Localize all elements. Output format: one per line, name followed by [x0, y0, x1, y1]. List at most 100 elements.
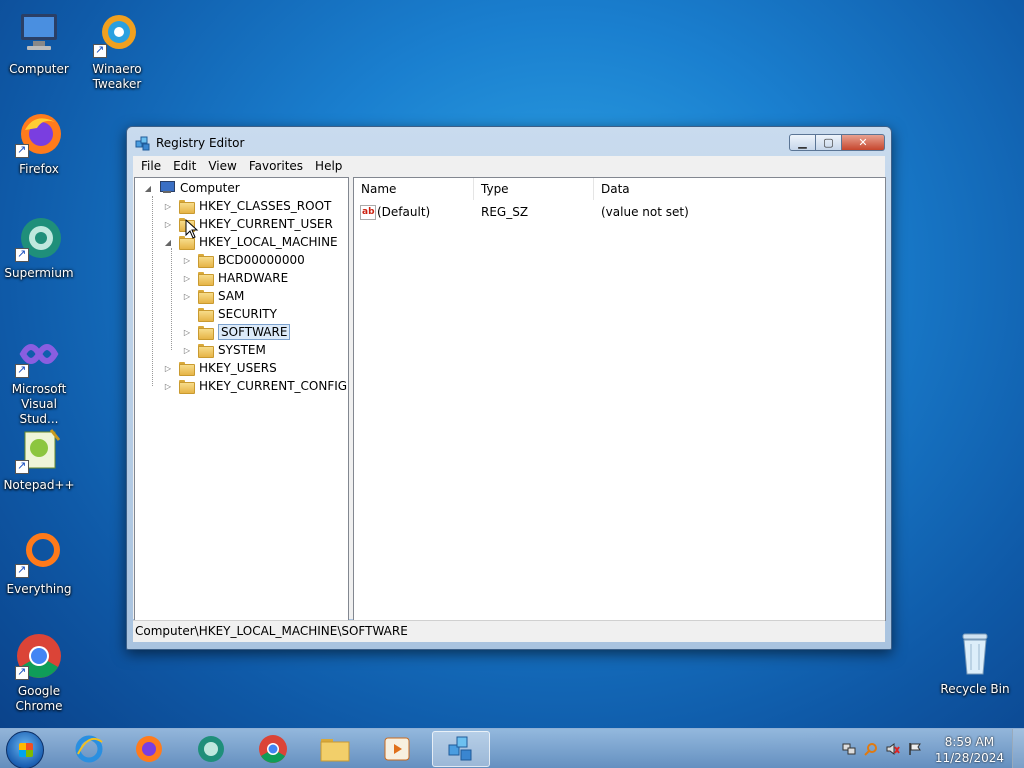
- desktop-icon-recycle-bin[interactable]: Recycle Bin: [936, 630, 1014, 697]
- values-list[interactable]: Name Type Data ab (Default) REG_SZ (valu…: [353, 177, 886, 621]
- minimize-button[interactable]: ▁: [789, 134, 816, 151]
- menu-edit[interactable]: Edit: [173, 159, 196, 173]
- desktop-icon-label: Everything: [6, 582, 72, 596]
- folder-icon: [179, 200, 195, 214]
- expand-arrow-icon[interactable]: ▷: [182, 327, 192, 337]
- tree-item-label: Computer: [180, 181, 240, 195]
- tree-item-hkey-current-config[interactable]: ▷ HKEY_CURRENT_CONFIG: [163, 377, 347, 395]
- folder-icon: [198, 290, 214, 304]
- desktop-icon-google-chrome[interactable]: Google Chrome: [0, 632, 78, 714]
- tree-item-label: BCD00000000: [218, 253, 305, 267]
- tree-item-software[interactable]: ▷ SOFTWARE: [182, 323, 291, 341]
- tree-item-label: SECURITY: [218, 307, 277, 321]
- action-center-flag-icon[interactable]: [908, 742, 922, 756]
- taskbar-registry-editor[interactable]: [432, 731, 490, 767]
- tree-item-label: HKEY_CLASSES_ROOT: [199, 199, 332, 213]
- column-header-type[interactable]: Type: [474, 178, 594, 200]
- collapse-arrow-icon[interactable]: ◢: [163, 237, 173, 247]
- visual-studio-icon: [15, 330, 63, 378]
- folder-icon: [198, 326, 214, 340]
- taskbar-file-explorer[interactable]: [306, 731, 364, 767]
- close-button[interactable]: ✕: [842, 134, 885, 151]
- taskbar-supermium[interactable]: [182, 731, 240, 767]
- menu-help[interactable]: Help: [315, 159, 342, 173]
- status-bar: Computer\HKEY_LOCAL_MACHINE\SOFTWARE: [133, 620, 885, 642]
- tree-item-system[interactable]: ▷ SYSTEM: [182, 341, 266, 359]
- tree-item-computer[interactable]: ◢ Computer: [143, 179, 240, 197]
- tree-item-bcd00000000[interactable]: ▷ BCD00000000: [182, 251, 305, 269]
- tree-item-label: HKEY_CURRENT_CONFIG: [199, 379, 348, 393]
- supermium-icon: [198, 736, 224, 762]
- value-type: REG_SZ: [481, 205, 529, 219]
- tree-item-label: SYSTEM: [218, 343, 266, 357]
- menu-favorites[interactable]: Favorites: [249, 159, 303, 173]
- column-header-data[interactable]: Data: [594, 178, 885, 200]
- system-tray: 8:59 AM 11/28/2024: [834, 729, 1024, 768]
- desktop-icon-label: Computer: [9, 62, 69, 76]
- notepadpp-icon: [15, 426, 63, 474]
- desktop-icon-computer[interactable]: Computer: [0, 10, 78, 77]
- tree-item-hkey-users[interactable]: ▷ HKEY_USERS: [163, 359, 277, 377]
- expand-arrow-icon[interactable]: ▷: [163, 363, 173, 373]
- mouse-cursor-icon: [185, 219, 199, 239]
- list-item[interactable]: ab (Default) REG_SZ (value not set): [354, 202, 885, 222]
- menu-bar: File Edit View Favorites Help: [133, 156, 885, 176]
- shortcut-arrow-icon: [15, 562, 29, 578]
- start-button[interactable]: [6, 731, 44, 768]
- taskbar-media-player[interactable]: [368, 731, 426, 767]
- expand-arrow-icon[interactable]: ▷: [163, 219, 173, 229]
- shortcut-arrow-icon: [15, 458, 29, 474]
- menu-view[interactable]: View: [208, 159, 236, 173]
- expand-arrow-icon[interactable]: ▷: [182, 291, 192, 301]
- desktop-icon-firefox[interactable]: Firefox: [0, 110, 78, 177]
- network-icon[interactable]: [842, 742, 856, 756]
- desktop-icon-notepadpp[interactable]: Notepad++: [0, 426, 78, 493]
- maximize-icon: ▢: [823, 136, 834, 149]
- desktop-icon-label: Supermium: [4, 266, 74, 280]
- tree-guide-line: [171, 248, 172, 350]
- taskbar-chrome[interactable]: [244, 731, 302, 767]
- folder-icon: [198, 272, 214, 286]
- maximize-button[interactable]: ▢: [816, 134, 842, 151]
- desktop-icon-supermium[interactable]: Supermium: [0, 214, 78, 281]
- shortcut-arrow-icon: [15, 246, 29, 262]
- firefox-icon: [15, 110, 63, 158]
- desktop-icon-label: Recycle Bin: [940, 682, 1010, 696]
- desktop-icon-winaero-tweaker[interactable]: Winaero Tweaker: [78, 10, 156, 92]
- taskbar-internet-explorer[interactable]: [60, 731, 118, 767]
- tree-item-hkey-classes-root[interactable]: ▷ HKEY_CLASSES_ROOT: [163, 197, 331, 215]
- shortcut-arrow-icon: [15, 142, 29, 158]
- tree-item-sam[interactable]: ▷ SAM: [182, 287, 244, 305]
- regedit-icon: [135, 135, 151, 151]
- desktop-icon-everything[interactable]: Everything: [0, 530, 78, 597]
- expand-arrow-icon[interactable]: ▷: [182, 273, 192, 283]
- tree-item-security[interactable]: SECURITY: [198, 305, 277, 323]
- show-desktop-button[interactable]: [1012, 729, 1024, 768]
- volume-muted-icon[interactable]: [886, 742, 900, 756]
- expand-arrow-icon[interactable]: ▷: [182, 255, 192, 265]
- registry-tree[interactable]: ◢ Computer ▷ HKEY_CLASSES_ROOT ▷ HKEY_CU…: [134, 177, 349, 621]
- clock[interactable]: 8:59 AM 11/28/2024: [935, 734, 1004, 766]
- folder-icon: [198, 344, 214, 358]
- tree-item-label: HKEY_USERS: [199, 361, 277, 375]
- expand-arrow-icon[interactable]: ▷: [182, 345, 192, 355]
- internet-explorer-icon: [75, 735, 103, 763]
- column-header-name[interactable]: Name: [354, 178, 474, 200]
- minimize-icon: ▁: [798, 136, 807, 149]
- taskbar: 8:59 AM 11/28/2024: [0, 728, 1024, 768]
- desktop-icon-label: Winaero Tweaker: [92, 62, 142, 91]
- everything-icon: [15, 530, 63, 578]
- clock-time: 8:59 AM: [944, 735, 995, 749]
- taskbar-firefox[interactable]: [120, 731, 178, 767]
- menu-file[interactable]: File: [141, 159, 161, 173]
- expand-arrow-icon[interactable]: ▷: [163, 381, 173, 391]
- desktop-icon-visual-studio[interactable]: Microsoft Visual Stud...: [0, 330, 78, 427]
- tree-item-label: HKEY_LOCAL_MACHINE: [199, 235, 338, 249]
- winaero-tweaker-icon: [93, 10, 141, 58]
- collapse-arrow-icon[interactable]: ◢: [143, 183, 153, 193]
- expand-arrow-icon[interactable]: ▷: [163, 201, 173, 211]
- title-bar[interactable]: Registry Editor ▁ ▢ ✕: [127, 127, 891, 157]
- tree-item-hardware[interactable]: ▷ HARDWARE: [182, 269, 288, 287]
- chrome-icon: [15, 632, 63, 680]
- search-tool-icon[interactable]: [864, 742, 878, 756]
